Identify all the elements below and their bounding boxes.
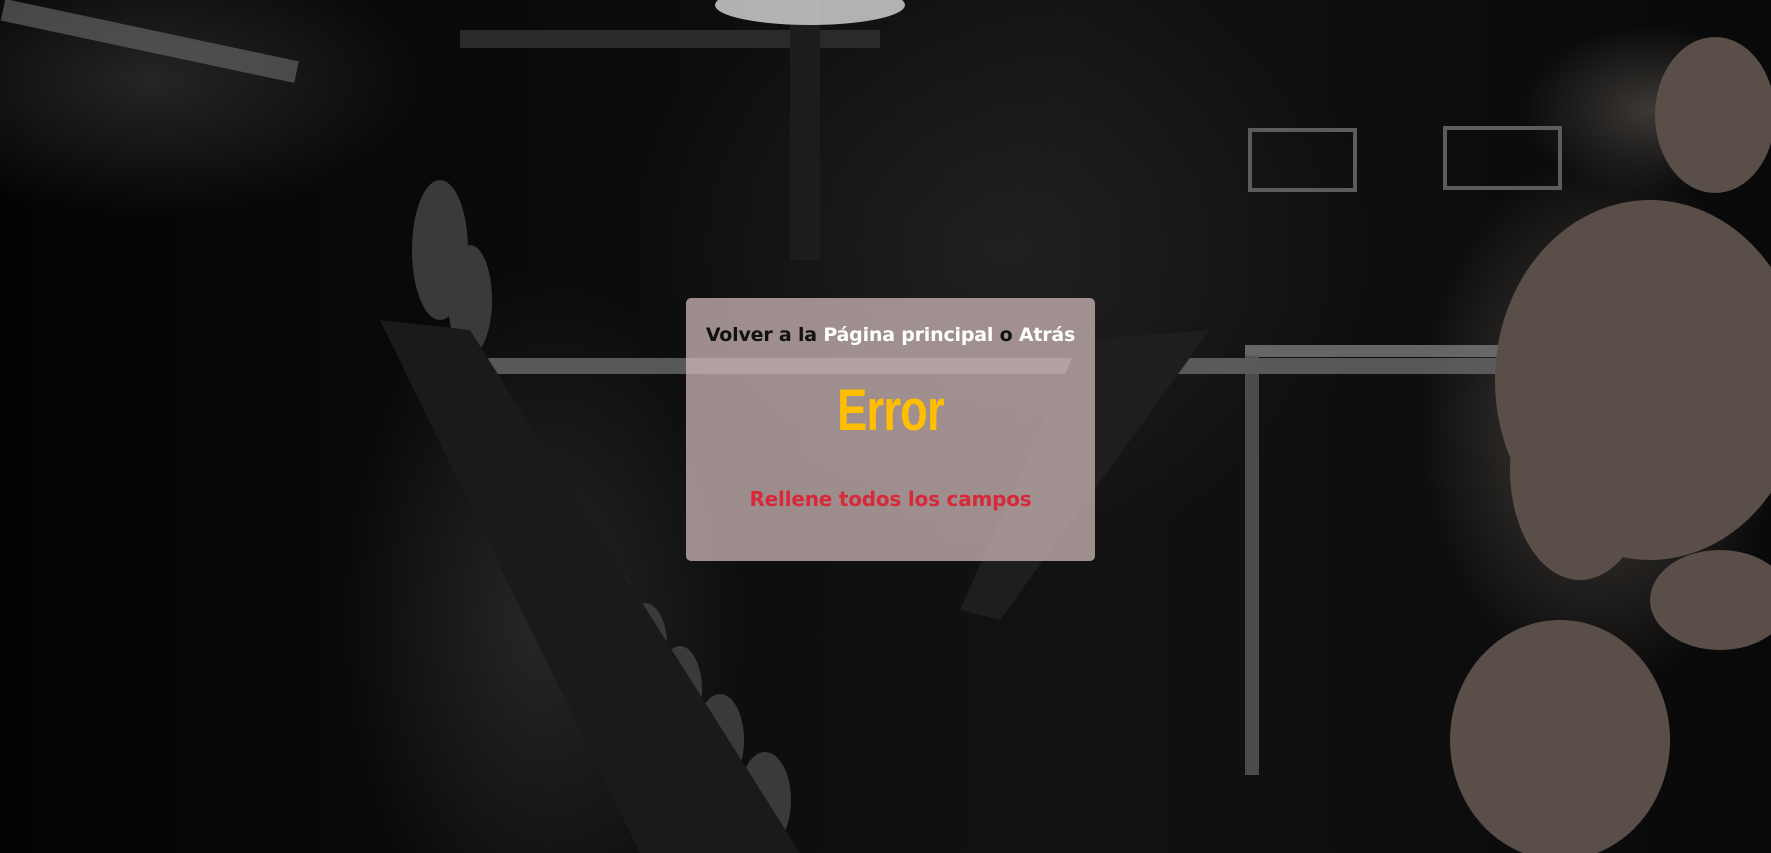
error-message: Rellene todos los campos [749, 487, 1032, 511]
nav-prefix-text: Volver a la [705, 324, 824, 346]
home-page-link[interactable]: Página principal [823, 324, 993, 346]
error-card: Volver a la Página principal o Atrás Err… [686, 298, 1095, 561]
navigation-line: Volver a la Página principal o Atrás [686, 324, 1095, 346]
nav-separator-text: o [993, 324, 1019, 346]
error-title: Error [837, 378, 945, 443]
back-link[interactable]: Atrás [1019, 324, 1075, 346]
